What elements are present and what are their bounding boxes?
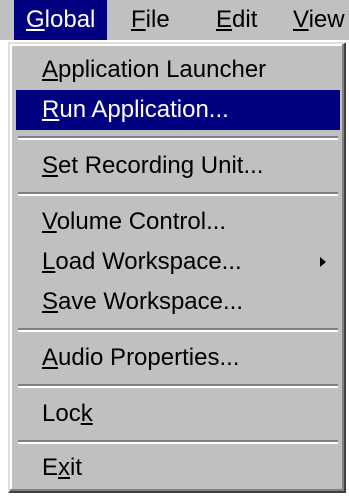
menu-item-application-launcher[interactable]: Application Launcher bbox=[16, 50, 340, 90]
menu-edit-mnemonic: E bbox=[216, 6, 233, 33]
chevron-right-icon bbox=[320, 257, 326, 267]
menu-bar: Global File Edit View bbox=[0, 0, 349, 40]
menu-view-label: iew bbox=[308, 6, 345, 33]
menu-separator bbox=[18, 328, 338, 332]
item-text: pplication Launcher bbox=[58, 56, 267, 83]
item-mnemonic: L bbox=[42, 248, 56, 275]
item-text: un Application... bbox=[59, 96, 229, 123]
menu-file-mnemonic: F bbox=[131, 6, 146, 33]
menu-item-audio-properties[interactable]: Audio Properties... bbox=[16, 338, 340, 378]
menu-edit[interactable]: Edit bbox=[204, 0, 269, 40]
item-mnemonic: A bbox=[42, 344, 59, 371]
menu-item-run-application[interactable]: Run Application... bbox=[16, 90, 340, 130]
item-text: oad Workspace... bbox=[55, 248, 242, 275]
menu-item-load-workspace[interactable]: Load Workspace... bbox=[16, 242, 340, 282]
menu-view[interactable]: View bbox=[281, 0, 349, 40]
menu-file[interactable]: File bbox=[119, 0, 182, 40]
item-mnemonic: A bbox=[42, 56, 59, 83]
item-mnemonic: V bbox=[42, 208, 57, 235]
menu-file-label: ile bbox=[145, 6, 170, 33]
item-text: et Recording Unit... bbox=[58, 152, 264, 179]
menu-item-volume-control[interactable]: Volume Control... bbox=[16, 202, 340, 242]
item-text: olume Control... bbox=[56, 208, 227, 235]
global-dropdown-menu: Application Launcher Run Application... … bbox=[8, 42, 346, 493]
item-text: it bbox=[70, 454, 83, 481]
item-text-pre: Loc bbox=[42, 400, 81, 427]
menu-view-mnemonic: V bbox=[293, 6, 309, 33]
item-text: ave Workspace... bbox=[58, 288, 243, 315]
menu-item-lock[interactable]: Lock bbox=[16, 394, 340, 434]
menu-item-exit[interactable]: Exit bbox=[16, 448, 340, 488]
item-mnemonic: R bbox=[42, 96, 60, 123]
item-text: udio Properties... bbox=[58, 344, 240, 371]
menu-item-set-recording-unit[interactable]: Set Recording Unit... bbox=[16, 146, 340, 186]
menu-separator bbox=[18, 136, 338, 140]
menu-global[interactable]: Global bbox=[14, 0, 108, 40]
menu-global-mnemonic: G bbox=[26, 6, 45, 33]
item-mnemonic: x bbox=[58, 454, 71, 481]
menu-separator bbox=[18, 384, 338, 388]
menu-global-label: lobal bbox=[44, 6, 96, 33]
item-mnemonic: k bbox=[80, 400, 93, 427]
item-text-pre: E bbox=[42, 454, 59, 481]
menu-item-save-workspace[interactable]: Save Workspace... bbox=[16, 282, 340, 322]
menu-edit-label: dit bbox=[232, 6, 258, 33]
menu-separator bbox=[18, 192, 338, 196]
item-mnemonic: S bbox=[42, 152, 59, 179]
menu-separator bbox=[18, 440, 338, 444]
item-mnemonic: S bbox=[42, 288, 59, 315]
